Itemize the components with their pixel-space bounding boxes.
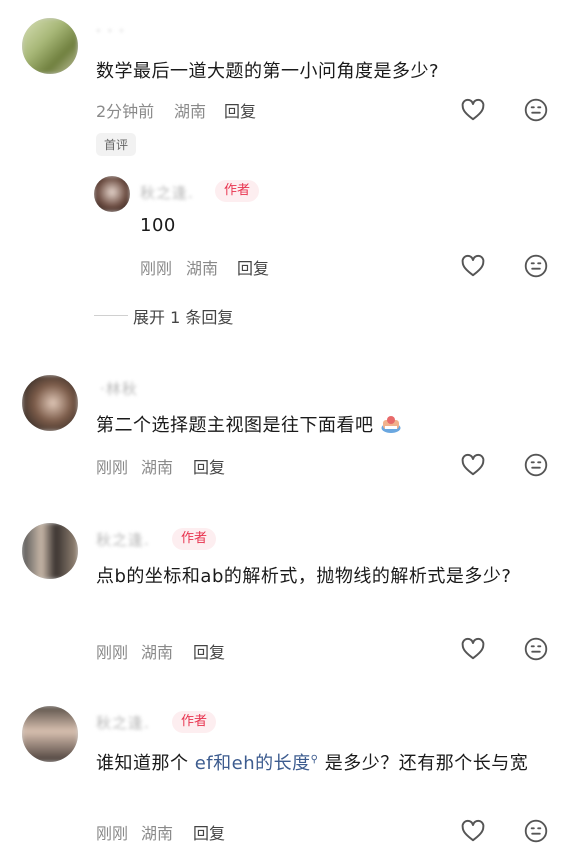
comment-item: 秋之逢. 作者 点b的坐标和ab的解析式，抛物线的解析式是多少? 刚刚 湖南 回… <box>0 515 572 675</box>
comment-location: 湖南 <box>174 102 207 121</box>
expand-divider <box>94 315 128 316</box>
comment-item: 秋之逢. 作者 谁知道那个 ef和eh的长度⚲ 是多少？还有那个长与宽 刚刚 湖… <box>0 698 572 843</box>
comment-text: 数学最后一道大题的第一小问角度是多少? <box>96 61 440 82</box>
search-link[interactable]: ef和eh的长度 <box>195 753 311 774</box>
frown-face-icon[interactable] <box>523 452 549 478</box>
comment-text-suffix: 是多少？还有那个长与宽 <box>318 753 529 774</box>
author-tag: 作者 <box>215 180 260 202</box>
reply-button[interactable]: 回复 <box>237 255 269 279</box>
avatar[interactable] <box>22 375 78 431</box>
comment-time: 刚刚 <box>140 259 173 278</box>
reply-button[interactable]: 回复 <box>193 454 225 478</box>
avatar[interactable] <box>22 706 78 762</box>
comment-text-content: 第二个选择题主视图是往下面看吧 <box>96 415 374 436</box>
frown-face-icon[interactable] <box>523 97 549 123</box>
username[interactable]: 秋之逢. <box>140 182 194 203</box>
comment-text: 谁知道那个 ef和eh的长度⚲ 是多少？还有那个长与宽 <box>96 744 552 780</box>
heart-outline-icon[interactable] <box>460 253 486 279</box>
frown-face-icon[interactable] <box>523 636 549 662</box>
reply-button[interactable]: 回复 <box>224 98 256 122</box>
expand-replies-button[interactable]: 展开 1 条回复 <box>133 304 233 328</box>
reply-button[interactable]: 回复 <box>193 639 225 663</box>
heart-outline-icon[interactable] <box>460 636 486 662</box>
emoji-icon <box>381 416 401 433</box>
avatar[interactable] <box>22 18 78 74</box>
comment-item: · · · 数学最后一道大题的第一小问角度是多少? 2分钟前 湖南 回复 首评 … <box>0 0 572 345</box>
comment-text: 点b的坐标和ab的解析式，抛物线的解析式是多少? <box>96 566 512 587</box>
comment-location: 湖南 <box>141 458 174 477</box>
comment-location: 湖南 <box>141 824 174 843</box>
comment-time: 刚刚 <box>96 458 129 477</box>
frown-face-icon[interactable] <box>523 253 549 279</box>
username[interactable]: 秋之逢. <box>96 529 150 550</box>
frown-face-icon[interactable] <box>523 818 549 843</box>
heart-outline-icon[interactable] <box>460 452 486 478</box>
comment-location: 湖南 <box>186 259 219 278</box>
username[interactable]: 秋之逢. <box>96 712 150 733</box>
comment-location: 湖南 <box>141 643 174 662</box>
username[interactable]: · · · <box>96 22 125 40</box>
author-tag: 作者 <box>172 528 217 550</box>
comment-text-prefix: 谁知道那个 <box>96 753 195 774</box>
heart-outline-icon[interactable] <box>460 818 486 843</box>
comment-time: 刚刚 <box>96 643 129 662</box>
comment-time: 2分钟前 <box>96 102 155 121</box>
reply-button[interactable]: 回复 <box>193 820 225 843</box>
avatar[interactable] <box>22 523 78 579</box>
avatar[interactable] <box>94 176 130 212</box>
comment-time: 刚刚 <box>96 824 129 843</box>
comment-text: 100 <box>140 215 176 236</box>
heart-outline-icon[interactable] <box>460 97 486 123</box>
comment-item: ·林秋 第二个选择题主视图是往下面看吧 刚刚 湖南 回复 <box>0 360 572 490</box>
first-comment-badge: 首评 <box>96 133 137 156</box>
author-tag: 作者 <box>172 711 217 733</box>
comment-text: 第二个选择题主视图是往下面看吧 <box>96 410 402 442</box>
username[interactable]: ·林秋 <box>100 378 138 399</box>
